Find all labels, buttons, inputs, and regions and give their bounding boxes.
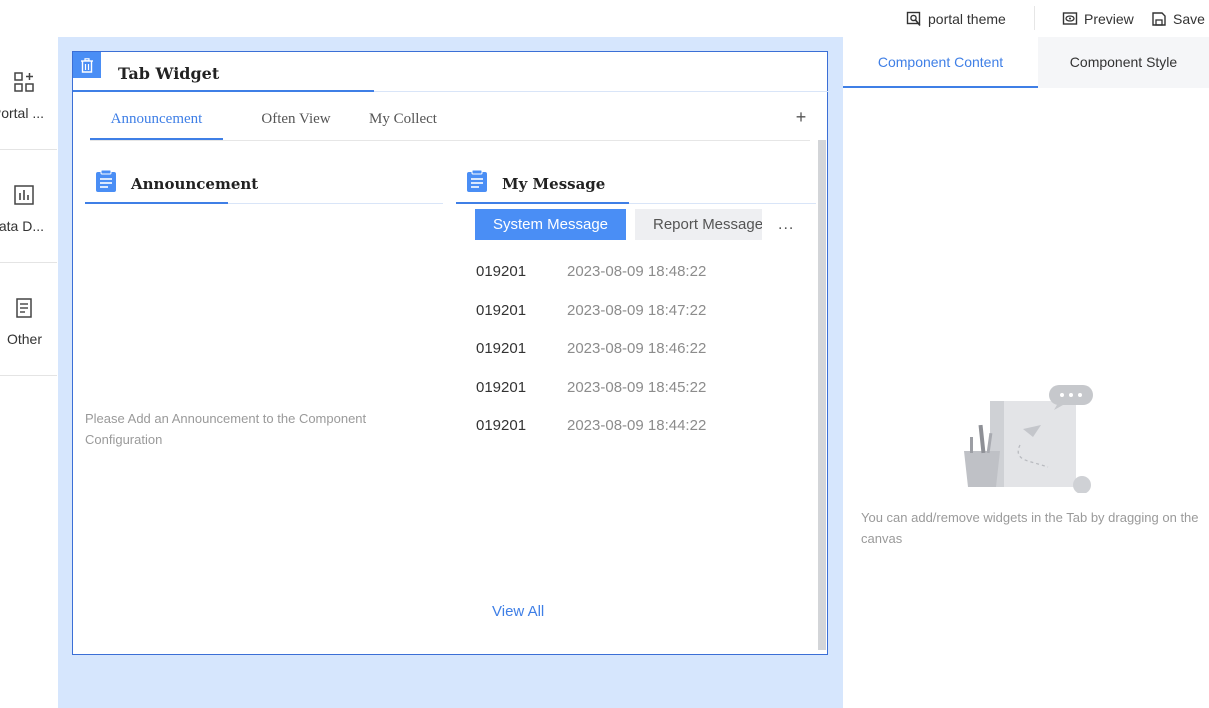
- message-id: 019201: [476, 417, 527, 434]
- portal-theme-button[interactable]: portal theme: [906, 0, 1006, 37]
- bar-chart-icon: [14, 185, 34, 205]
- preview-label: Preview: [1084, 10, 1134, 27]
- message-row[interactable]: 019201 2023-08-09 18:48:22: [476, 263, 776, 285]
- sidebar-item-other[interactable]: Other: [0, 263, 57, 376]
- toolbar-divider: [1034, 6, 1035, 30]
- design-canvas[interactable]: Tab Widget Announcement Often View My Co…: [58, 37, 843, 708]
- message-time: 2023-08-09 18:47:22: [567, 302, 707, 319]
- message-id: 019201: [476, 263, 527, 280]
- my-message-header: My Message: [456, 162, 816, 204]
- announcement-underline: [85, 202, 228, 204]
- message-time: 2023-08-09 18:48:22: [567, 263, 707, 280]
- widget-title: Tab Widget: [118, 64, 220, 83]
- message-row[interactable]: 019201 2023-08-09 18:46:22: [476, 340, 776, 362]
- top-toolbar: portal theme Preview Save: [0, 0, 1209, 37]
- grid-plus-icon: [14, 72, 34, 92]
- my-message-title: My Message: [502, 175, 606, 193]
- add-tab-button[interactable]: +: [791, 107, 811, 127]
- message-time: 2023-08-09 18:45:22: [567, 379, 707, 396]
- system-message-tab[interactable]: System Message: [475, 209, 626, 240]
- save-button[interactable]: Save: [1151, 0, 1205, 37]
- message-row[interactable]: 019201 2023-08-09 18:47:22: [476, 302, 776, 324]
- announcement-header: Announcement: [85, 162, 443, 204]
- preview-icon: [1062, 11, 1078, 25]
- clipboard-icon: [467, 169, 487, 192]
- clipboard-icon: [96, 169, 116, 192]
- right-panel: Component Content Component Style You ca…: [843, 37, 1209, 708]
- sidebar-item-data[interactable]: Data D...: [0, 150, 57, 263]
- trash-icon: [81, 57, 93, 73]
- save-icon: [1152, 11, 1166, 26]
- announcement-title: Announcement: [131, 175, 259, 193]
- tab-often-view[interactable]: Often View: [240, 104, 352, 140]
- my-message-underline: [456, 202, 629, 204]
- portal-theme-label: portal theme: [928, 10, 1006, 27]
- tab-component-style[interactable]: Component Style: [1038, 37, 1209, 88]
- scrollbar[interactable]: [818, 140, 826, 650]
- tab-announcement[interactable]: Announcement: [90, 104, 223, 140]
- tab-my-collect[interactable]: My Collect: [361, 104, 445, 140]
- preview-button[interactable]: Preview: [1062, 0, 1134, 37]
- announcement-empty-text: Please Add an Announcement to the Compon…: [85, 411, 367, 447]
- message-id: 019201: [476, 340, 527, 357]
- tabs-divider: [90, 140, 810, 141]
- message-row[interactable]: 019201 2023-08-09 18:44:22: [476, 417, 776, 439]
- save-label: Save: [1173, 10, 1205, 27]
- sidebar-item-portal[interactable]: Portal ...: [0, 37, 57, 150]
- view-all-link[interactable]: View All: [492, 603, 544, 620]
- delete-widget-button[interactable]: [73, 52, 101, 78]
- message-id: 019201: [476, 302, 527, 319]
- tab-widget[interactable]: Tab Widget Announcement Often View My Co…: [72, 51, 828, 655]
- empty-state-illustration: [964, 385, 1093, 493]
- message-time: 2023-08-09 18:46:22: [567, 340, 707, 357]
- theme-icon: [906, 11, 921, 26]
- document-icon: [16, 298, 32, 318]
- hint-text: You can add/remove widgets in the Tab by…: [861, 510, 1199, 546]
- tab-component-content[interactable]: Component Content: [843, 37, 1038, 88]
- left-sidebar: Portal ... Data D... Other: [0, 37, 57, 708]
- report-message-tab[interactable]: Report Message: [635, 209, 762, 240]
- sidebar-item-label: Data D...: [0, 218, 44, 234]
- message-time: 2023-08-09 18:44:22: [567, 417, 707, 434]
- more-button[interactable]: ...: [778, 216, 794, 234]
- sidebar-item-label: Portal ...: [0, 105, 44, 121]
- message-id: 019201: [476, 379, 527, 396]
- sidebar-item-label: Other: [6, 331, 42, 347]
- message-row[interactable]: 019201 2023-08-09 18:45:22: [476, 379, 776, 401]
- title-underline: [73, 90, 374, 92]
